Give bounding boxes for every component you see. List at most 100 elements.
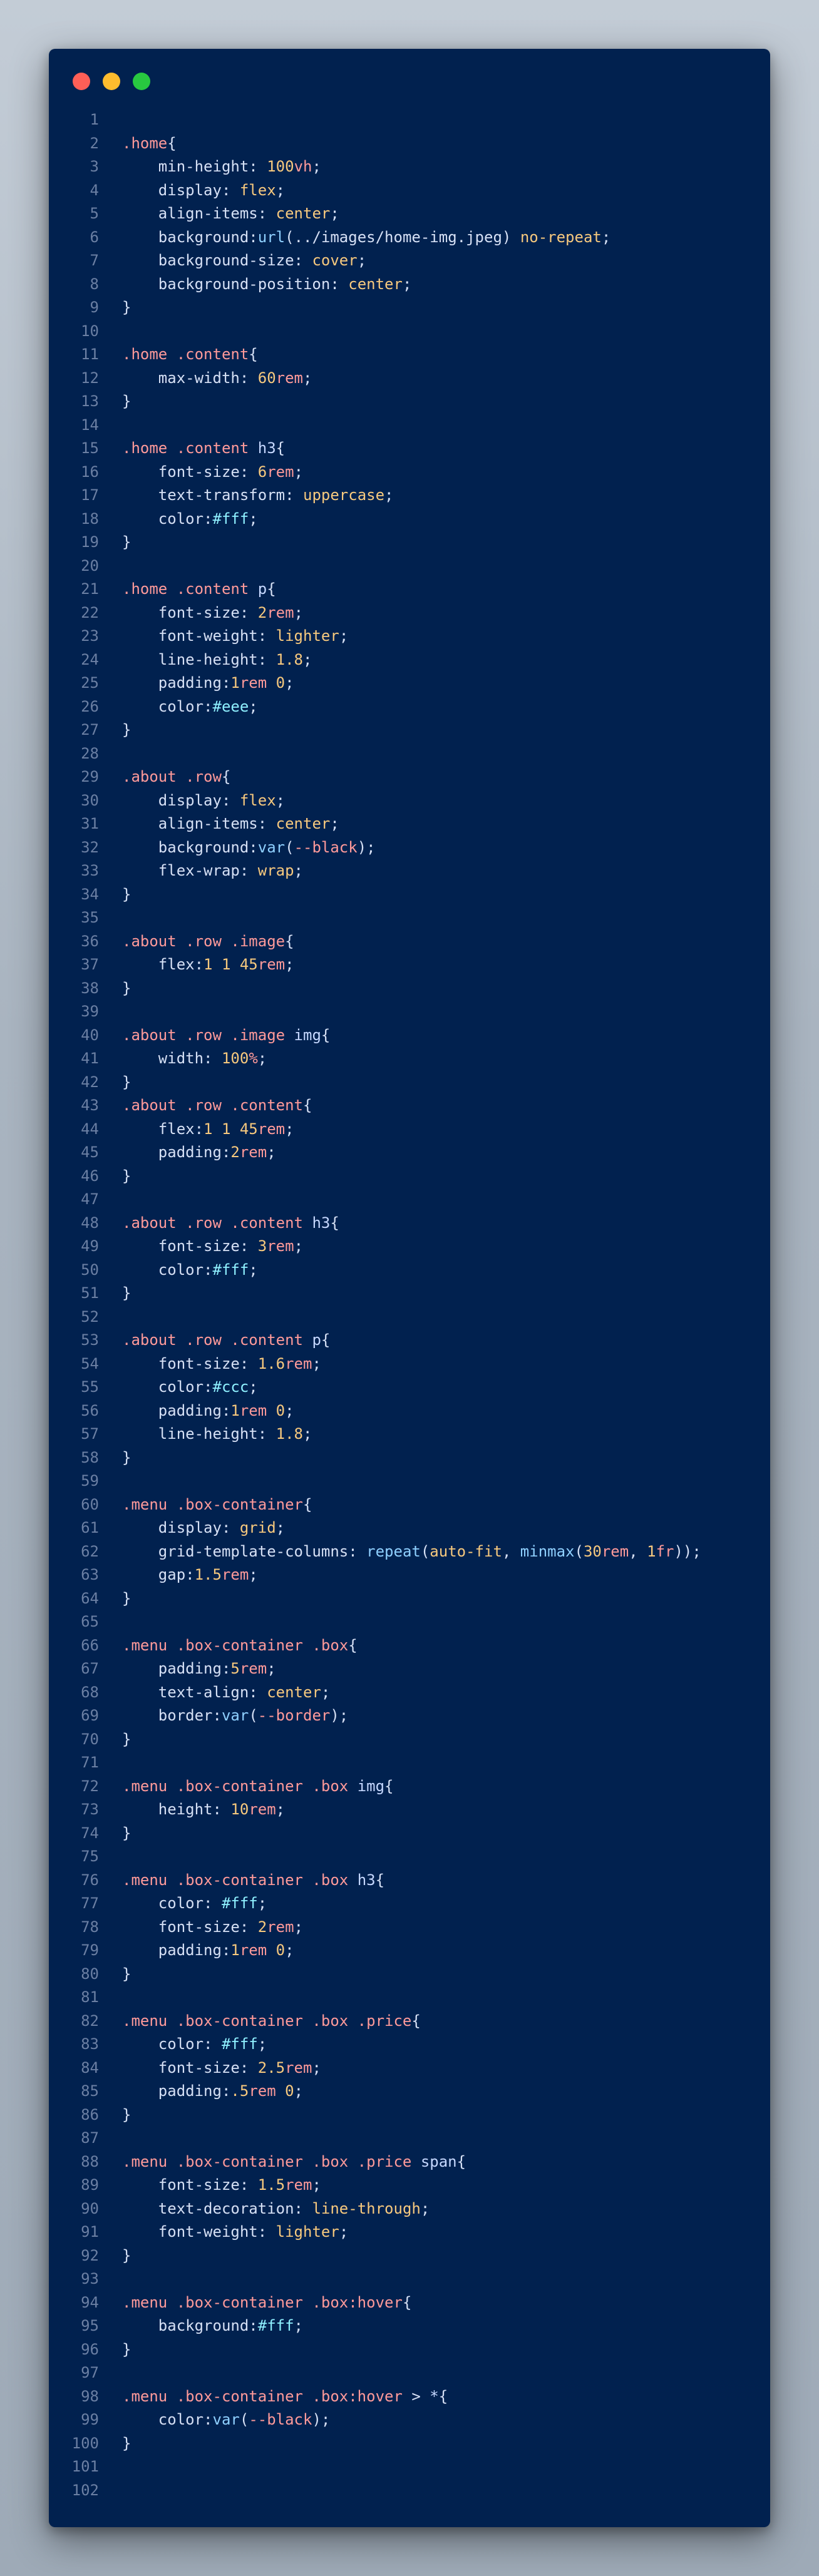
- line-source: gap:1.5rem;: [122, 1563, 258, 1587]
- line-number: 93: [81, 2270, 99, 2287]
- line-source: }: [122, 718, 131, 742]
- line-number: 71: [81, 1754, 99, 1771]
- code-token: :: [194, 956, 204, 973]
- code-line: 100}: [49, 2432, 770, 2456]
- line-number: 32: [81, 838, 99, 856]
- line-number: 30: [81, 791, 99, 809]
- code-token: #eee: [212, 697, 249, 715]
- code-token: rem: [239, 674, 267, 692]
- code-token: ): [502, 228, 520, 246]
- code-token: 1: [230, 1941, 240, 1959]
- minimize-dot[interactable]: [103, 73, 120, 90]
- line-number: 11: [81, 345, 99, 363]
- code-line: 24 line-height: 1.8;: [49, 648, 770, 672]
- code-line: 2 .home{: [49, 132, 770, 156]
- code-line: 21 .home .content p{: [49, 578, 770, 601]
- code-token: display: [158, 181, 222, 199]
- line-number: 76: [81, 1871, 99, 1889]
- code-token: }: [122, 979, 131, 997]
- maximize-dot[interactable]: [133, 73, 150, 90]
- code-token: :: [221, 2082, 231, 2100]
- code-line: 17 text-transform: uppercase;: [49, 484, 770, 508]
- code-token: text-decoration: [158, 2199, 294, 2217]
- code-token: {: [302, 1495, 312, 1513]
- line-number: 91: [81, 2223, 99, 2241]
- line-source: align-items: center;: [122, 812, 339, 836]
- line-number: 28: [81, 744, 99, 762]
- code-line: 69 border:var(--border);: [49, 1704, 770, 1728]
- code-token: {: [456, 2152, 466, 2170]
- code-token: :: [221, 1941, 231, 1959]
- code-token: .about .row .image: [122, 1026, 294, 1044]
- line-source: padding:5rem;: [122, 1657, 276, 1681]
- code-token: ;: [402, 275, 412, 293]
- code-token: --border: [257, 1707, 331, 1724]
- code-token: .home .content: [122, 345, 249, 363]
- code-line: 56 padding:1rem 0;: [49, 1399, 770, 1423]
- code-line: 20: [49, 555, 770, 578]
- code-token: :: [239, 1354, 258, 1372]
- line-number: 49: [81, 1237, 99, 1255]
- code-token: :: [285, 486, 303, 504]
- line-source: }: [122, 883, 131, 907]
- code-token: rem: [285, 1354, 312, 1372]
- code-line: 71: [49, 1751, 770, 1775]
- code-token: var: [221, 1707, 249, 1724]
- line-source: display: flex;: [122, 179, 285, 203]
- code-token: 0: [276, 1401, 286, 1419]
- close-dot[interactable]: [73, 73, 90, 90]
- code-token: p: [257, 580, 267, 598]
- line-number: 66: [81, 1636, 99, 1654]
- code-token: ;: [285, 1941, 294, 1959]
- line-number: 78: [81, 1918, 99, 1936]
- line-source: align-items: center;: [122, 202, 339, 226]
- line-number: 96: [81, 2340, 99, 2358]
- code-token: color: [158, 1260, 204, 1279]
- code-line: 33 flex-wrap: wrap;: [49, 859, 770, 883]
- line-number: 74: [81, 1824, 99, 1842]
- code-token: rem: [239, 1941, 267, 1959]
- code-token: :: [185, 1566, 195, 1583]
- code-token: flex: [158, 1120, 195, 1138]
- code-token: }: [122, 1167, 131, 1185]
- code-token: font-size: [158, 2176, 240, 2194]
- code-token: :: [330, 275, 349, 293]
- line-source: }: [122, 531, 131, 555]
- line-source: .about .row .image img{: [122, 1024, 330, 1048]
- line-number: 53: [81, 1331, 99, 1349]
- code-token: 0: [276, 674, 286, 692]
- code-line: 15 .home .content h3{: [49, 437, 770, 461]
- line-number: 20: [81, 556, 99, 575]
- code-token: ;: [420, 2199, 430, 2217]
- line-number: 6: [90, 228, 99, 246]
- line-source: font-weight: lighter;: [122, 2221, 348, 2244]
- code-token: 3: [257, 1237, 267, 1255]
- code-token: rem: [267, 1918, 294, 1936]
- code-token: {: [249, 345, 258, 363]
- code-token: :: [257, 205, 276, 222]
- line-number: 10: [81, 322, 99, 340]
- code-token: :: [203, 1378, 213, 1396]
- code-token: width: [158, 1050, 204, 1067]
- code-token: :: [239, 603, 258, 621]
- code-token: padding: [158, 1401, 222, 1419]
- code-line: 73 height: 10rem;: [49, 1798, 770, 1822]
- code-line: 70}: [49, 1728, 770, 1752]
- code-token: .menu .box-container .box: [122, 1871, 358, 1889]
- code-token: ;: [294, 603, 304, 621]
- code-line: 75: [49, 1845, 770, 1869]
- line-number: 4: [90, 181, 99, 199]
- code-token: >: [411, 2387, 430, 2405]
- code-line: 49 font-size: 3rem;: [49, 1235, 770, 1259]
- line-source: .home .content p{: [122, 578, 276, 601]
- code-token: grid: [239, 1519, 276, 1536]
- line-source: padding:1rem 0;: [122, 672, 294, 695]
- code-token: span: [420, 2152, 457, 2170]
- line-number: 82: [81, 2011, 99, 2030]
- line-source: }: [122, 1728, 131, 1752]
